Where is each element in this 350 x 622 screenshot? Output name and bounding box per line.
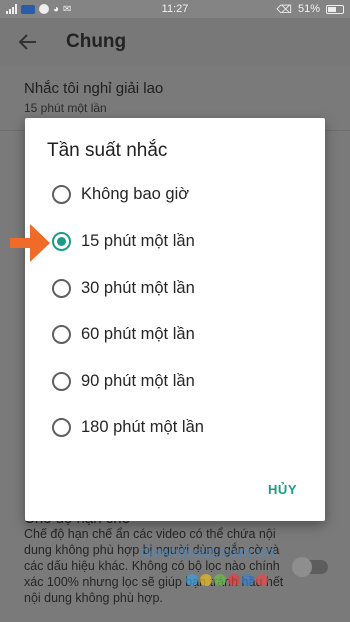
setting-remind-break[interactable]: Nhắc tôi nghỉ giải lao 15 phút một lần — [24, 80, 330, 115]
setting-remind-break-value: 15 phút một lần — [24, 101, 107, 115]
option-label: 60 phút một lần — [81, 324, 195, 343]
option-180-min[interactable]: 180 phút một lần — [52, 412, 204, 442]
watermark-logo — [186, 574, 268, 586]
option-60-min[interactable]: 60 phút một lần — [52, 319, 195, 349]
dialog-title: Tần suất nhắc — [47, 140, 168, 161]
option-label: 180 phút một lần — [81, 417, 204, 436]
status-time: 11:27 — [161, 3, 189, 15]
toggle-knob — [292, 557, 312, 577]
option-label: 30 phút một lần — [81, 278, 195, 297]
signal-icon — [6, 4, 17, 14]
radio-button[interactable] — [52, 324, 71, 344]
wifi-icon: ◕ — [53, 3, 60, 15]
watermark-text: download.com.vn — [140, 544, 276, 561]
setting-remind-break-title: Nhắc tôi nghỉ giải lao — [24, 80, 164, 97]
radio-button-checked[interactable] — [52, 231, 71, 251]
page-title: Chung — [66, 31, 127, 52]
carrier-icon — [21, 4, 35, 14]
cancel-button[interactable]: HỦY — [268, 482, 297, 497]
option-15-min[interactable]: 15 phút một lần — [52, 226, 195, 256]
option-30-min[interactable]: 30 phút một lần — [52, 273, 195, 303]
arrow-right-icon — [10, 224, 50, 262]
option-label: Không bao giờ — [81, 184, 190, 203]
setting-restricted-description: Chế độ hạn chế ẩn các video có thể chứa … — [24, 527, 284, 605]
arrow-back-icon[interactable] — [4, 18, 52, 66]
app-toolbar: Chung — [0, 18, 350, 66]
status-icons-left: ◕ ✉ — [6, 4, 126, 15]
silent-icon: ⌫ — [276, 3, 292, 16]
message-icon: ✉ — [63, 3, 72, 15]
battery-icon — [326, 4, 344, 14]
frequency-dialog: Tần suất nhắc Không bao giờ 15 phút một … — [25, 118, 325, 521]
battery-percent: 51% — [297, 3, 320, 15]
radio-button[interactable] — [52, 278, 71, 298]
radio-button[interactable] — [52, 371, 71, 391]
status-bar: ◕ ✉ 11:27 ⌫ 51% — [0, 0, 350, 18]
radio-button[interactable] — [52, 417, 71, 437]
option-label: 15 phút một lần — [81, 231, 195, 250]
option-label: 90 phút một lần — [81, 371, 195, 390]
messenger-icon — [39, 4, 49, 14]
option-90-min[interactable]: 90 phút một lần — [52, 366, 195, 396]
restricted-mode-toggle[interactable] — [292, 557, 328, 577]
status-icons-right: ⌫ 51% — [224, 3, 344, 16]
option-never[interactable]: Không bao giờ — [52, 179, 189, 209]
radio-button[interactable] — [52, 184, 71, 204]
